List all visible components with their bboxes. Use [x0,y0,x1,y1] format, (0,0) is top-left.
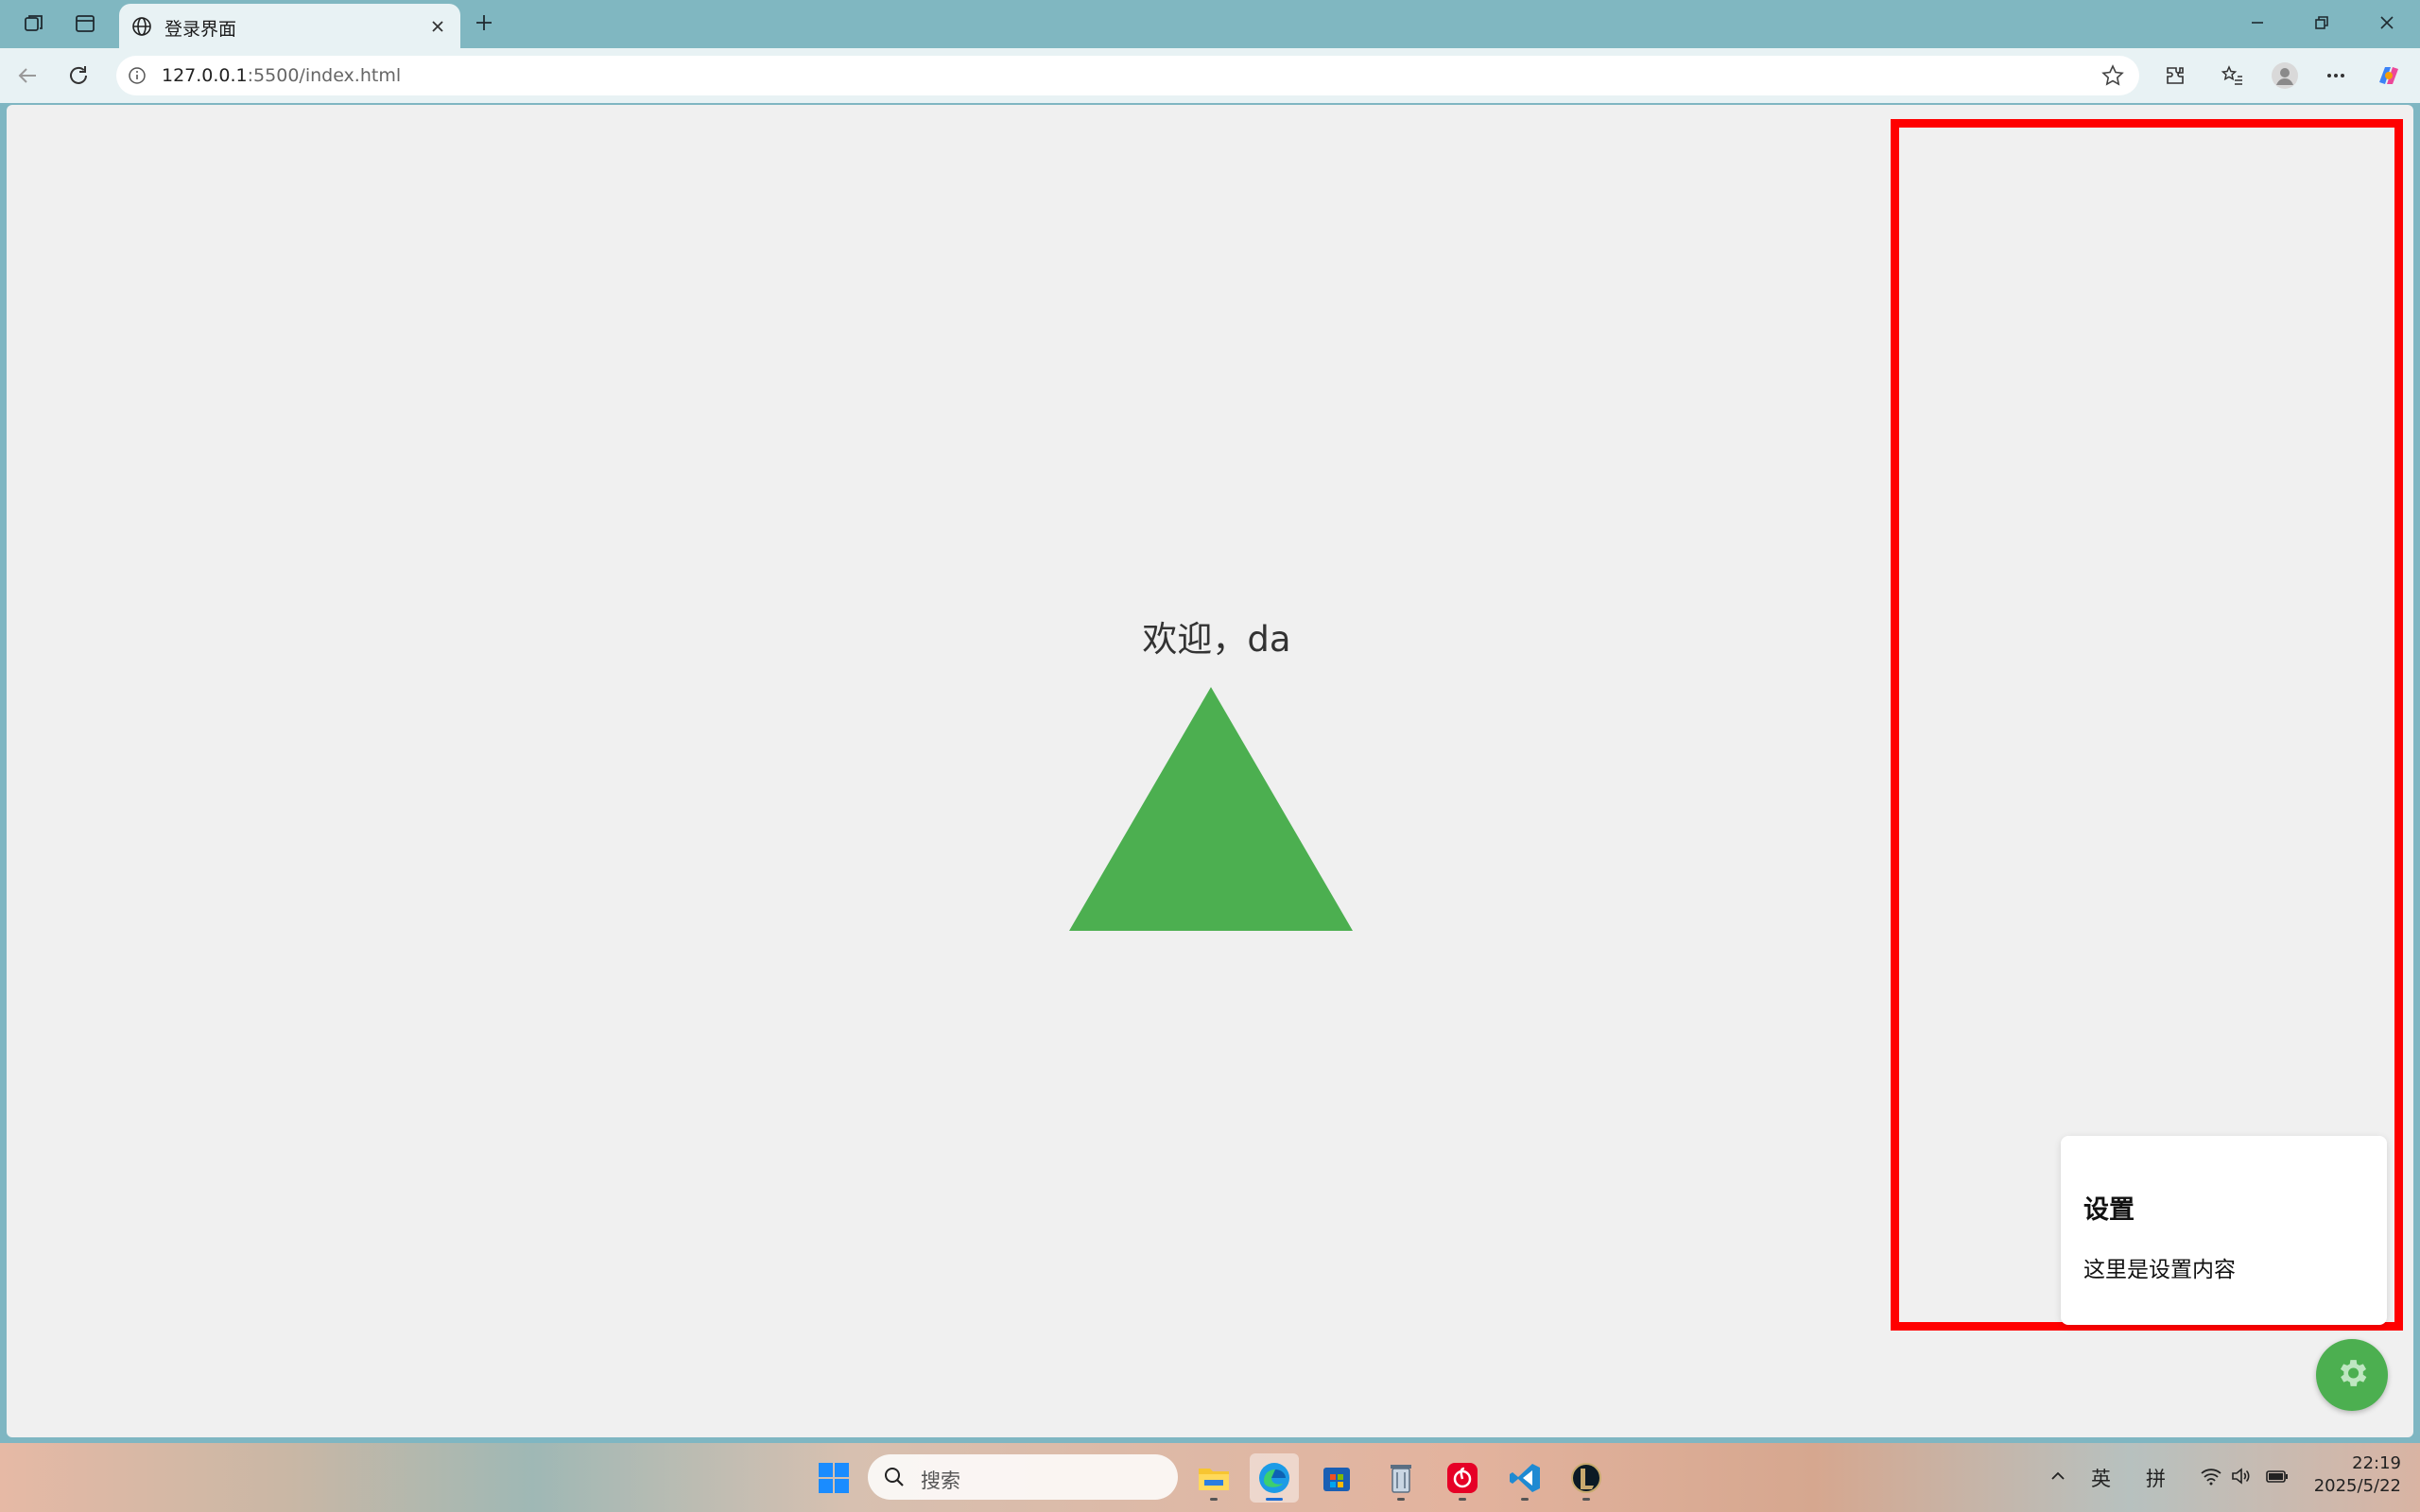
settings-title: 设置 [2083,1195,2135,1225]
wifi-icon[interactable] [2197,1462,2225,1490]
favorite-star-icon[interactable] [2098,60,2128,91]
search-icon [881,1464,908,1490]
tab-title: 登录界面 [164,19,237,40]
file-explorer-icon[interactable] [1189,1453,1238,1503]
start-button[interactable] [809,1453,858,1503]
reload-icon[interactable] [60,58,96,94]
settings-gear-button[interactable] [2316,1339,2388,1411]
page-viewport: 欢迎，da 设置 这里是设置内容 [7,105,2413,1437]
running-indicator [1521,1498,1529,1501]
green-triangle [1069,687,1353,931]
tab-actions-icon[interactable] [68,8,102,40]
close-window-button[interactable] [2360,6,2413,40]
running-indicator [1459,1498,1466,1501]
edge-browser-icon[interactable] [1250,1453,1299,1503]
running-indicator [1210,1498,1218,1501]
more-menu-icon[interactable] [2318,58,2354,94]
active-indicator [1266,1498,1283,1501]
taskbar-search[interactable]: 搜索 [868,1454,1178,1500]
close-tab-icon[interactable] [424,13,451,40]
settings-panel: 设置 这里是设置内容 [2061,1136,2387,1325]
ime-language[interactable]: 英 [2091,1464,2111,1492]
chevron-up-icon[interactable] [2044,1462,2072,1490]
address-bar[interactable]: 127.0.0.1:5500/index.html [116,56,2139,95]
clock-date: 2025/5/22 [2313,1476,2401,1496]
running-indicator [1582,1498,1590,1501]
extensions-icon[interactable] [2157,58,2193,94]
welcome-text: 欢迎，da [1142,619,1291,660]
copilot-icon[interactable] [2371,58,2407,94]
address-path: :5500/index.html [247,65,402,86]
settings-content: 这里是设置内容 [2083,1258,2236,1282]
workspaces-icon[interactable] [17,8,51,40]
gear-icon [2334,1355,2370,1395]
running-indicator [1397,1498,1405,1501]
clock-time: 22:19 [2352,1453,2401,1473]
recycle-bin-app-icon[interactable] [1376,1453,1426,1503]
windows-taskbar: 搜索 英 拼 22:19 2025/5/22 [0,1443,2420,1512]
back-arrow-icon[interactable] [9,58,45,94]
address-url: 127.0.0.1:5500/index.html [162,65,401,86]
tab-login[interactable]: 登录界面 [119,4,460,48]
microsoft-store-icon[interactable] [1312,1453,1361,1503]
search-placeholder: 搜索 [921,1469,960,1492]
volume-icon[interactable] [2227,1462,2256,1490]
browser-toolbar: 127.0.0.1:5500/index.html [0,48,2420,103]
browser-tab-strip: 登录界面 [0,0,2420,48]
league-client-icon[interactable] [1562,1453,1611,1503]
site-info-icon[interactable] [124,62,150,89]
globe-icon [129,13,155,40]
minimize-button[interactable] [2231,6,2284,40]
battery-icon[interactable] [2263,1462,2291,1490]
favorites-list-icon[interactable] [2215,58,2251,94]
address-host: 127.0.0.1 [162,65,248,86]
profile-avatar-icon[interactable] [2267,58,2303,94]
restore-button[interactable] [2295,6,2348,40]
ime-mode[interactable]: 拼 [2146,1464,2166,1492]
new-tab-button[interactable] [467,6,501,40]
netease-music-icon[interactable] [1438,1453,1487,1503]
taskbar-clock[interactable]: 22:19 2025/5/22 [2297,1452,2401,1498]
vscode-icon[interactable] [1500,1453,1549,1503]
